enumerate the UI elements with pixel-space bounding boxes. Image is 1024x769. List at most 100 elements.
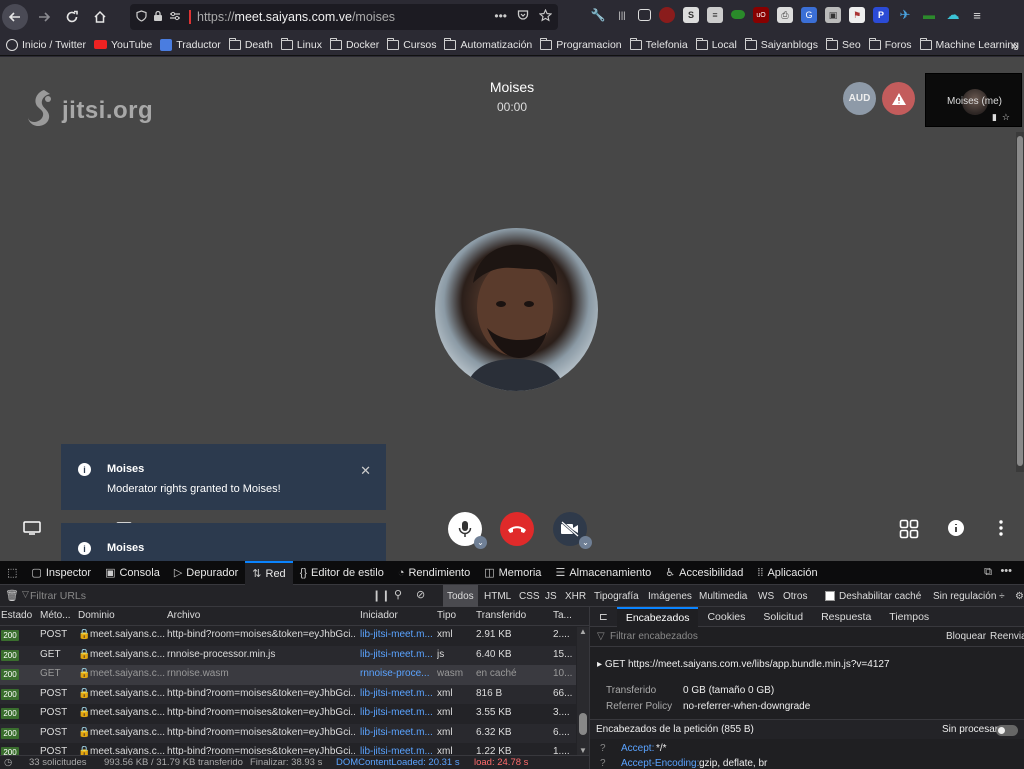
help-icon[interactable]: ?: [600, 743, 606, 754]
filter-ws[interactable]: WS: [758, 585, 774, 607]
tab-almacenamiento[interactable]: ☰ Almacenamiento: [548, 561, 658, 585]
bookmark-youtube[interactable]: YouTube: [94, 39, 152, 51]
bookmark-folder-telefonia[interactable]: Telefonia: [629, 37, 688, 51]
audio-only-badge[interactable]: AUD: [843, 82, 876, 115]
col-transferido[interactable]: Transferido: [476, 610, 526, 621]
disable-cache-checkbox[interactable]: Deshabilitar caché: [825, 585, 921, 607]
bookmark-folder-foros[interactable]: Foros: [868, 37, 912, 51]
raw-toggle-switch[interactable]: [996, 725, 1018, 736]
chevron-down-icon[interactable]: ⌄: [474, 536, 487, 549]
screen-share-icon[interactable]: [22, 519, 42, 537]
bookmark-folder-linux[interactable]: Linux: [280, 37, 322, 51]
filter-otros[interactable]: Otros: [783, 585, 807, 607]
extension-translate-icon[interactable]: G: [801, 7, 817, 23]
self-thumbnail[interactable]: Moises (me) ▮☆: [925, 73, 1022, 127]
request-row[interactable]: 200 POST 🔒 meet.saiyans.c... http-bind?room=…: [0, 684, 576, 704]
wrench-icon[interactable]: 🔧: [590, 7, 606, 23]
ublock-icon[interactable]: uO: [753, 7, 769, 23]
filter-todos[interactable]: Todos: [443, 585, 478, 607]
request-row[interactable]: 200 GET 🔒 meet.saiyans.c... rnnoise-processo…: [0, 645, 576, 665]
close-icon[interactable]: ✕: [360, 463, 371, 479]
camera-button[interactable]: ⌄: [553, 512, 592, 549]
sidebar-icon[interactable]: [638, 9, 651, 21]
pause-icon[interactable]: ❙❙: [372, 589, 390, 602]
block-icon[interactable]: ⊘: [416, 588, 425, 601]
url-text[interactable]: https://meet.saiyans.com.ve/moises: [197, 10, 395, 24]
element-picker-icon[interactable]: ⬚: [0, 561, 24, 585]
shield-icon[interactable]: [136, 9, 147, 25]
back-icon[interactable]: [2, 4, 28, 30]
bookmark-folder-machine-learning[interactable]: Machine Learning: [919, 37, 1019, 51]
filter-headers-input[interactable]: Filtrar encabezados: [610, 631, 698, 642]
tab-memoria[interactable]: ◫ Memoria: [477, 561, 548, 585]
tab-cookies[interactable]: Cookies: [698, 607, 754, 627]
resend-button[interactable]: Reenviar: [990, 631, 1024, 642]
bookmark-folder-seo[interactable]: Seo: [826, 37, 861, 51]
warning-icon[interactable]: [882, 82, 915, 115]
filter-js[interactable]: JS: [545, 585, 557, 607]
settings-gear-icon[interactable]: ⚙: [1015, 585, 1024, 607]
home-icon[interactable]: [88, 5, 112, 29]
filter-html[interactable]: HTML: [484, 585, 511, 607]
bookmark-traductor[interactable]: Traductor: [160, 38, 221, 51]
extension-plane-icon[interactable]: ✈: [897, 7, 913, 23]
request-row[interactable]: 200 POST 🔒 meet.saiyans.c... http-bind?room=…: [0, 626, 576, 646]
chevron-more-icon[interactable]: »: [1011, 34, 1018, 56]
tab-inspector[interactable]: ▢ Inspector: [24, 561, 98, 585]
request-headers-section[interactable]: Encabezados de la petición (855 B) Sin p…: [590, 719, 1024, 739]
request-row[interactable]: 200 POST 🔒 meet.saiyans.c... http-bind?room=…: [0, 743, 576, 755]
reload-icon[interactable]: [60, 5, 84, 29]
forward-icon[interactable]: [32, 5, 56, 29]
request-row[interactable]: 200 POST 🔒 meet.saiyans.c... http-bind?room=…: [0, 704, 576, 724]
col-iniciador[interactable]: Iniciador: [360, 610, 398, 621]
page-actions-icon[interactable]: •••: [494, 9, 507, 25]
bookmark-folder-docker[interactable]: Docker: [329, 37, 379, 51]
scroll-down-icon[interactable]: ▼: [579, 746, 587, 755]
bookmark-folder-saiyanblogs[interactable]: Saiyanblogs: [744, 37, 818, 51]
library-icon[interactable]: |||: [614, 7, 630, 23]
extension-green-icon[interactable]: ▬: [921, 7, 937, 23]
tab-aplicacion[interactable]: ⁞⁞ Aplicación: [750, 561, 824, 585]
menu-icon[interactable]: ≡: [969, 7, 985, 23]
bookmark-star-icon[interactable]: [538, 8, 553, 25]
throttling-select[interactable]: Sin regulación ÷: [933, 585, 1005, 607]
chevron-down-icon[interactable]: ⌄: [579, 536, 592, 549]
tab-tiempos[interactable]: Tiempos: [880, 607, 938, 627]
help-icon[interactable]: ?: [600, 758, 606, 769]
bookmark-folder-automatizacion[interactable]: Automatización: [444, 37, 532, 51]
bookmark-folder-programacion[interactable]: Programacion: [540, 37, 622, 51]
extension-s-icon[interactable]: S: [683, 7, 699, 23]
trash-icon[interactable]: 🗑: [5, 589, 19, 602]
scroll-up-icon[interactable]: ▲: [579, 627, 587, 636]
tab-encabezados[interactable]: Encabezados: [616, 606, 699, 627]
filmstrip-scrollbar[interactable]: [1016, 132, 1024, 472]
col-tipo[interactable]: Tipo: [437, 610, 456, 621]
tab-consola[interactable]: ▣ Consola: [98, 561, 167, 585]
col-metodo[interactable]: Méto...: [40, 610, 71, 621]
extension-cube-icon[interactable]: ▣: [825, 7, 841, 23]
bookmark-folder-death[interactable]: Death: [228, 37, 273, 51]
col-dominio[interactable]: Dominio: [78, 610, 115, 621]
filter-urls-input[interactable]: Filtrar URLs: [30, 590, 86, 602]
extension-cloud-icon[interactable]: ☁: [945, 7, 961, 23]
tab-solicitud[interactable]: Solicitud: [754, 607, 812, 627]
bookmark-folder-local[interactable]: Local: [695, 37, 737, 51]
toggle-sidebar-icon[interactable]: ⊏: [590, 607, 617, 627]
hangup-button[interactable]: [500, 512, 534, 546]
bookmark-folder-cursos[interactable]: Cursos: [387, 37, 436, 51]
tab-respuesta[interactable]: Respuesta: [812, 607, 880, 627]
request-summary[interactable]: ▸ GET https://meet.saiyans.com.ve/libs/a…: [597, 659, 890, 670]
extension-note-icon[interactable]: ≡: [707, 7, 723, 23]
request-list-scrollbar[interactable]: ▲ ▼: [577, 627, 589, 755]
more-options-icon[interactable]: [994, 518, 1008, 538]
col-tamano[interactable]: Ta...: [553, 610, 572, 621]
devtools-menu-icon[interactable]: •••: [1000, 565, 1012, 577]
extension-toggle-icon[interactable]: [731, 10, 745, 19]
filter-xhr[interactable]: XHR: [565, 585, 586, 607]
extension-red-icon[interactable]: [659, 7, 675, 23]
pocket-icon[interactable]: [517, 9, 529, 25]
tile-view-icon[interactable]: [898, 518, 920, 540]
extension-p-icon[interactable]: P: [873, 7, 889, 23]
lock-icon[interactable]: [153, 10, 163, 25]
dock-icon[interactable]: ⧉: [984, 566, 992, 579]
